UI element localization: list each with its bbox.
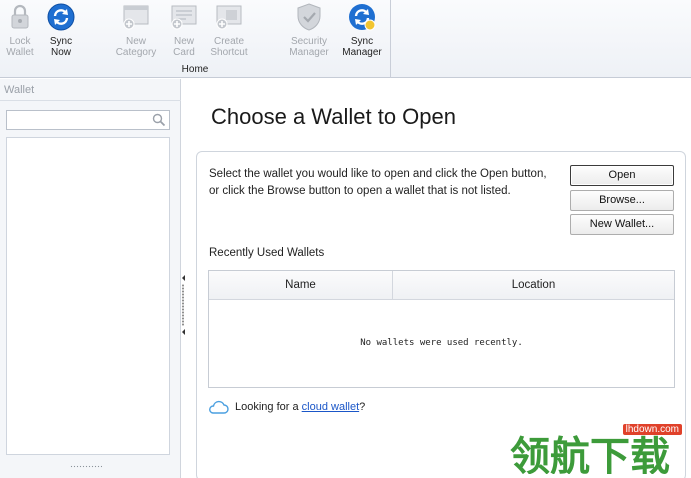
column-header-name[interactable]: Name [209, 271, 393, 299]
create-shortcut-icon [214, 2, 244, 32]
sync-manager-icon [347, 2, 377, 32]
pane-splitter[interactable] [181, 275, 185, 335]
create-shortcut-button[interactable]: Create Shortcut [203, 0, 255, 62]
cloud-wallet-link[interactable]: cloud wallet [302, 401, 359, 413]
new-card-icon [169, 2, 199, 32]
recent-wallets-label: Recently Used Wallets [209, 247, 325, 259]
sync-manager-button[interactable]: Sync Manager [336, 0, 388, 62]
wallet-tree[interactable] [6, 137, 170, 455]
new-wallet-button[interactable]: New Wallet... [570, 214, 674, 235]
browse-button[interactable]: Browse... [570, 190, 674, 211]
sync-icon [46, 2, 76, 32]
ribbon-separator [390, 0, 391, 78]
cloud-wallet-text: Looking for a cloud wallet? [235, 401, 366, 413]
sync-now-button[interactable]: Sync Now [35, 0, 87, 62]
lock-icon [5, 2, 35, 32]
recent-wallets-table[interactable]: Name Location No wallets were used recen… [208, 270, 675, 388]
search-input[interactable] [6, 110, 170, 130]
page-title: Choose a Wallet to Open [211, 104, 456, 129]
cloud-icon [209, 400, 229, 414]
ribbon-group-label: Home [181, 64, 209, 75]
watermark-text: 领航下载 [510, 434, 670, 474]
table-header: Name Location [209, 271, 674, 300]
empty-message: No wallets were used recently. [360, 338, 523, 348]
watermark-url: lhdown.com [622, 424, 682, 435]
column-header-location[interactable]: Location [393, 271, 674, 299]
wallet-pane: Wallet [0, 79, 181, 478]
new-category-icon [121, 2, 151, 32]
search-icon[interactable] [150, 112, 168, 128]
cloud-wallet-row: Looking for a cloud wallet? [207, 398, 365, 416]
pane-header: Wallet [0, 79, 181, 101]
ribbon: Lock Wallet Sync Now New Category New Ca… [0, 0, 691, 78]
instructions-text: Select the wallet you would like to open… [209, 168, 547, 197]
resize-grip[interactable] [70, 465, 102, 468]
shield-icon [294, 2, 324, 32]
watermark-logo: lhdown.com 领航下载 [510, 424, 688, 478]
open-button[interactable]: Open [570, 165, 674, 186]
security-manager-button[interactable]: Security Manager [283, 0, 335, 62]
